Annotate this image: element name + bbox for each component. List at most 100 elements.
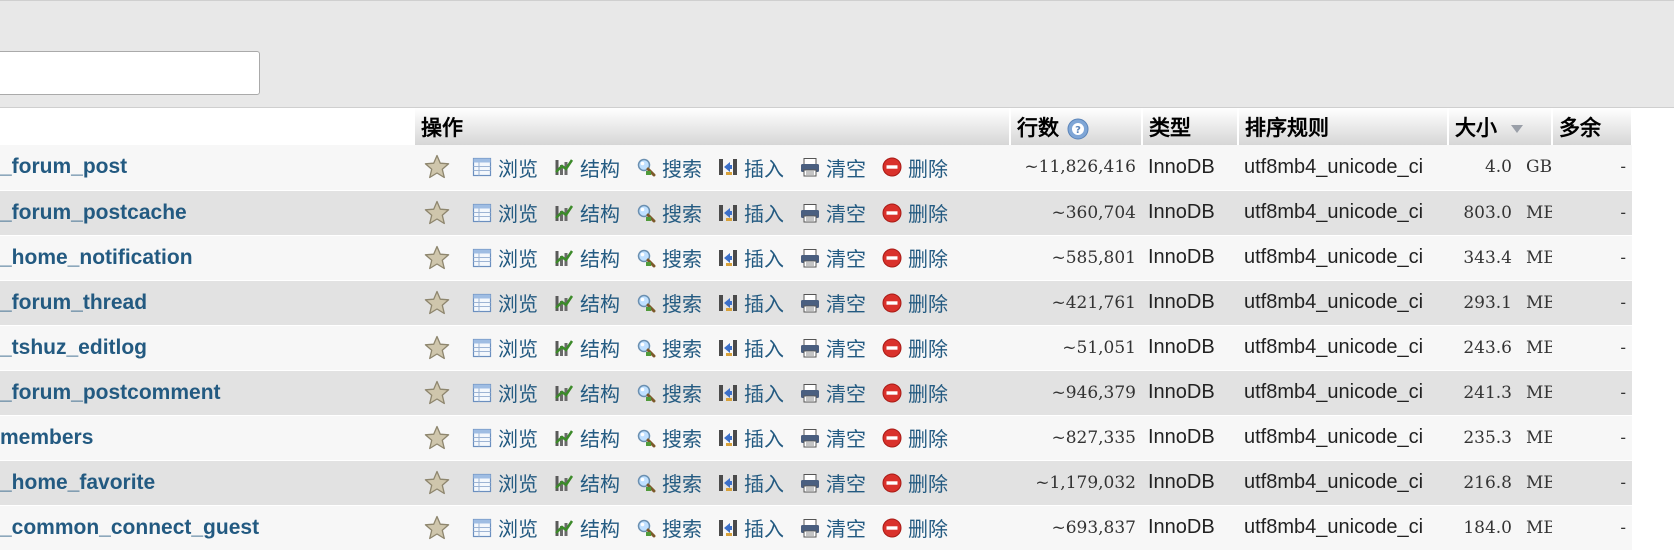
insert-icon (718, 426, 744, 448)
star-icon[interactable] (424, 515, 450, 541)
drop-action[interactable]: 删除 (882, 423, 948, 452)
insert-label: 插入 (744, 519, 784, 541)
insert-action[interactable]: 插入 (718, 153, 784, 182)
insert-action[interactable]: 插入 (718, 378, 784, 407)
search-action[interactable]: 搜索 (636, 153, 702, 182)
drop-action[interactable]: 删除 (882, 468, 948, 497)
insert-action[interactable]: 插入 (718, 513, 784, 542)
star-icon[interactable] (424, 200, 450, 226)
browse-action[interactable]: 浏览 (472, 198, 538, 227)
drop-action[interactable]: 删除 (882, 378, 948, 407)
search-action[interactable]: 搜索 (636, 288, 702, 317)
table-filter-input[interactable] (0, 51, 260, 95)
structure-action[interactable]: 结构 (554, 243, 620, 272)
drop-label: 删除 (908, 339, 948, 361)
table-row: _common_connect_guest 浏览 结构 搜索 插入 清空 删除 ~693,83… (0, 505, 1632, 551)
header-size[interactable]: 大小 (1448, 108, 1553, 145)
browse-action[interactable]: 浏览 (472, 378, 538, 407)
empty-action[interactable]: 清空 (800, 288, 866, 317)
insert-label: 插入 (744, 294, 784, 316)
table-name-link[interactable]: _tshuz_editlog (0, 325, 414, 371)
star-icon[interactable] (424, 425, 450, 451)
insert-action[interactable]: 插入 (718, 288, 784, 317)
star-icon[interactable] (424, 335, 450, 361)
insert-icon (718, 336, 744, 358)
drop-action[interactable]: 删除 (882, 198, 948, 227)
size-unit: MB (1526, 517, 1552, 538)
search-action[interactable]: 搜索 (636, 243, 702, 272)
structure-action[interactable]: 结构 (554, 333, 620, 362)
empty-action[interactable]: 清空 (800, 378, 866, 407)
insert-action[interactable]: 插入 (718, 468, 784, 497)
table-name-link[interactable]: _forum_post (0, 145, 414, 191)
search-action[interactable]: 搜索 (636, 468, 702, 497)
empty-action[interactable]: 清空 (800, 243, 866, 272)
search-label: 搜索 (662, 339, 702, 361)
structure-action[interactable]: 结构 (554, 513, 620, 542)
browse-label: 浏览 (498, 474, 538, 496)
search-action[interactable]: 搜索 (636, 378, 702, 407)
browse-action[interactable]: 浏览 (472, 423, 538, 452)
actions-cell: 浏览 结构 搜索 插入 清空 删除 (414, 415, 1010, 461)
overhead: - (1552, 325, 1632, 371)
star-icon[interactable] (424, 380, 450, 406)
drop-action[interactable]: 删除 (882, 513, 948, 542)
table-name-link[interactable]: _common_connect_guest (0, 505, 414, 551)
star-icon[interactable] (424, 290, 450, 316)
size-unit: MB (1526, 337, 1552, 358)
search-action[interactable]: 搜索 (636, 423, 702, 452)
search-action[interactable]: 搜索 (636, 198, 702, 227)
structure-action[interactable]: 结构 (554, 468, 620, 497)
drop-action[interactable]: 删除 (882, 153, 948, 182)
table-name-link[interactable]: members (0, 415, 414, 461)
structure-action[interactable]: 结构 (554, 153, 620, 182)
browse-action[interactable]: 浏览 (472, 288, 538, 317)
browse-action[interactable]: 浏览 (472, 153, 538, 182)
drop-action[interactable]: 删除 (882, 333, 948, 362)
empty-action[interactable]: 清空 (800, 333, 866, 362)
insert-action[interactable]: 插入 (718, 333, 784, 362)
empty-action[interactable]: 清空 (800, 468, 866, 497)
table-name-link[interactable]: _forum_postcache (0, 190, 414, 236)
header-collation[interactable]: 排序规则 (1238, 108, 1449, 145)
browse-label: 浏览 (498, 519, 538, 541)
drop-action[interactable]: 删除 (882, 243, 948, 272)
star-icon[interactable] (424, 245, 450, 271)
structure-action[interactable]: 结构 (554, 198, 620, 227)
empty-action[interactable]: 清空 (800, 513, 866, 542)
header-rows[interactable]: 行数? (1010, 108, 1143, 145)
sort-desc-icon[interactable] (1511, 124, 1523, 133)
structure-action[interactable]: 结构 (554, 378, 620, 407)
browse-action[interactable]: 浏览 (472, 468, 538, 497)
search-action[interactable]: 搜索 (636, 513, 702, 542)
empty-action[interactable]: 清空 (800, 153, 866, 182)
table-name-link[interactable]: _forum_postcomment (0, 370, 414, 416)
table-name-link[interactable]: _home_notification (0, 235, 414, 281)
header-type[interactable]: 类型 (1142, 108, 1239, 145)
drop-action[interactable]: 删除 (882, 288, 948, 317)
empty-action[interactable]: 清空 (800, 423, 866, 452)
collation: utf8mb4_unicode_ci (1238, 505, 1448, 551)
empty-action[interactable]: 清空 (800, 198, 866, 227)
insert-action[interactable]: 插入 (718, 243, 784, 272)
browse-action[interactable]: 浏览 (472, 243, 538, 272)
structure-action[interactable]: 结构 (554, 423, 620, 452)
insert-icon (718, 381, 744, 403)
size-value: 243.6 (1463, 337, 1512, 358)
browse-action[interactable]: 浏览 (472, 513, 538, 542)
header-row: 操作 行数? 类型 排序规则 大小 多余 (0, 108, 1633, 145)
insert-action[interactable]: 插入 (718, 423, 784, 452)
header-overhead[interactable]: 多余 (1552, 108, 1633, 145)
structure-action[interactable]: 结构 (554, 288, 620, 317)
browse-label: 浏览 (498, 158, 538, 181)
insert-action[interactable]: 插入 (718, 198, 784, 227)
table-name-link[interactable]: _home_favorite (0, 460, 414, 506)
size-unit: MB (1526, 427, 1552, 448)
star-icon[interactable] (424, 470, 450, 496)
browse-action[interactable]: 浏览 (472, 333, 538, 362)
table-name-link[interactable]: _forum_thread (0, 280, 414, 326)
search-action[interactable]: 搜索 (636, 333, 702, 362)
star-icon[interactable] (424, 154, 450, 180)
insert-label: 插入 (744, 339, 784, 361)
help-icon[interactable]: ? (1067, 118, 1089, 140)
